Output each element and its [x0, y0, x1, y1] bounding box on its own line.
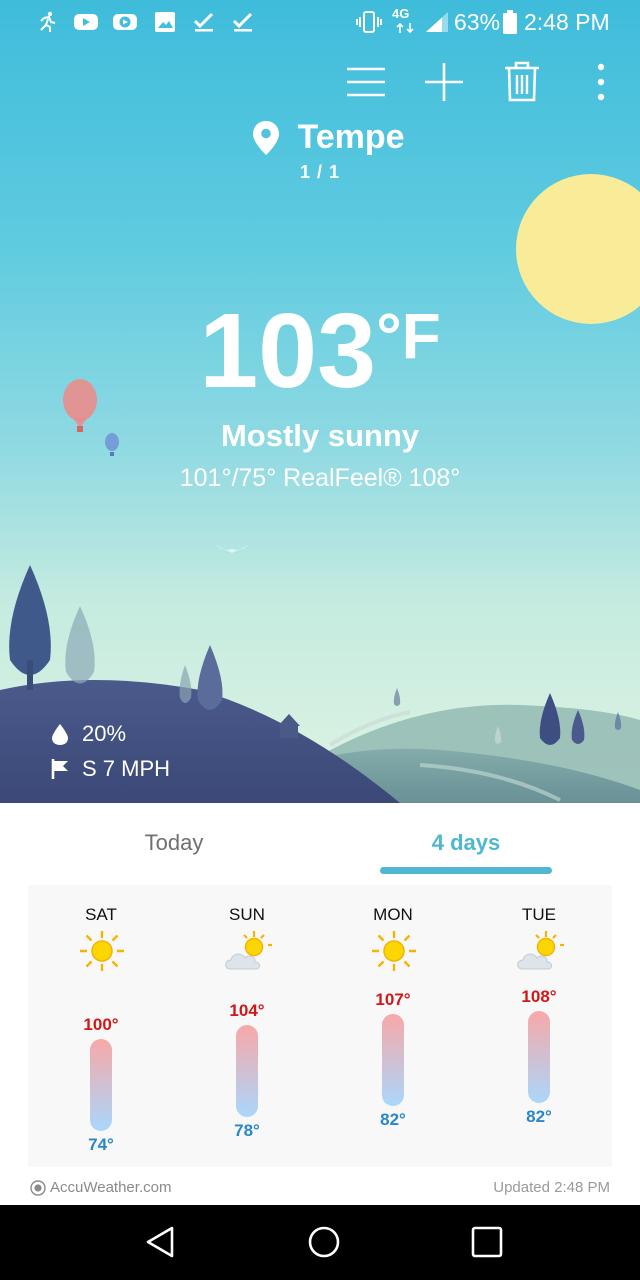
accuweather-link[interactable]: AccuWeather.com	[30, 1179, 171, 1196]
recents-icon[interactable]	[467, 1222, 507, 1262]
high-temp: 100°	[83, 1014, 119, 1034]
day-name: SUN	[229, 905, 265, 924]
temperature-unit: °F	[376, 300, 441, 372]
more-icon[interactable]	[577, 58, 625, 106]
active-tab-indicator	[380, 867, 552, 874]
page-indicator: 1 / 1	[299, 161, 341, 182]
low-temp: 82°	[526, 1107, 552, 1126]
low-temp: 74°	[88, 1134, 114, 1154]
play-icon	[113, 14, 137, 30]
trash-icon[interactable]	[498, 58, 546, 106]
status-bar: 4G 63% 2:48 PM	[0, 0, 640, 44]
network-type: 4G	[392, 6, 410, 21]
run-icon	[40, 11, 56, 32]
tab-4-days[interactable]: 4 days	[380, 830, 552, 856]
raindrop-icon	[52, 724, 68, 745]
low-temp: 78°	[234, 1120, 260, 1140]
clock: 2:48 PM	[524, 9, 610, 35]
forecast-day[interactable]: SAT 100° 74°	[28, 885, 174, 1167]
forecast-day[interactable]: SUN 104° 78°	[174, 885, 320, 1167]
current-temperature-block: 103°F Mostly sunny 101°/75° RealFeel® 10…	[0, 298, 640, 493]
precipitation-value: 20%	[82, 721, 127, 746]
high-temp: 104°	[229, 1000, 265, 1020]
data-arrows-icon	[396, 22, 414, 34]
forecast-day[interactable]: MON 107° 82°	[320, 885, 466, 1167]
location-header[interactable]: Tempe 1 / 1	[0, 118, 640, 183]
navigation-bar	[0, 1205, 640, 1280]
weather-hero: 4G 63% 2:48 PM Tempe 1 / 1 103°F Mostly …	[0, 0, 640, 803]
day-name: TUE	[522, 905, 556, 924]
add-icon[interactable]	[420, 58, 468, 106]
partly-cloudy-icon	[517, 931, 564, 970]
day-name: MON	[373, 905, 413, 924]
high-temp: 108°	[521, 987, 557, 1006]
battery-icon	[503, 10, 517, 34]
battery-percent: 63%	[454, 9, 501, 35]
high-temp: 107°	[375, 990, 411, 1010]
sun-icon	[372, 931, 416, 971]
daily-forecast: SAT 100° 74° SUN 104° 78° MON 107° 82° T…	[28, 885, 612, 1167]
temp-range-bar	[382, 1014, 404, 1107]
image-icon	[155, 12, 175, 32]
forecast-day[interactable]: TUE 108° 82°	[466, 885, 612, 1167]
signal-icon	[426, 12, 448, 32]
check-icon	[232, 12, 253, 32]
weather-condition: Mostly sunny	[220, 418, 420, 453]
partly-cloudy-icon	[225, 931, 272, 970]
temp-range-bar	[236, 1024, 258, 1117]
temperature-details: 101°/75° RealFeel® 108°	[179, 464, 461, 492]
low-temp: 82°	[380, 1110, 406, 1130]
temp-range-bar	[90, 1038, 112, 1131]
wind-row: S 7 MPH	[50, 756, 170, 782]
wind-flag-icon	[51, 759, 68, 779]
location-pin-icon	[253, 120, 280, 155]
home-icon[interactable]	[304, 1222, 344, 1262]
back-icon[interactable]	[140, 1222, 180, 1262]
check-icon	[193, 12, 214, 32]
tab-today[interactable]: Today	[100, 830, 248, 856]
accuweather-logo-icon	[30, 1179, 46, 1196]
youtube-icon	[74, 14, 98, 30]
current-temperature: 103	[199, 292, 377, 410]
wind-value: S 7 MPH	[82, 756, 171, 781]
sun-icon	[80, 931, 124, 971]
updated-time: Updated 2:48 PM	[493, 1179, 610, 1196]
precipitation-row: 20%	[50, 721, 126, 747]
source-label: AccuWeather.com	[50, 1179, 172, 1196]
day-name: SAT	[85, 905, 117, 924]
city-name: Tempe	[297, 118, 405, 156]
vibrate-icon	[356, 11, 382, 33]
temp-range-bar	[528, 1011, 550, 1103]
menu-icon[interactable]	[342, 58, 390, 106]
